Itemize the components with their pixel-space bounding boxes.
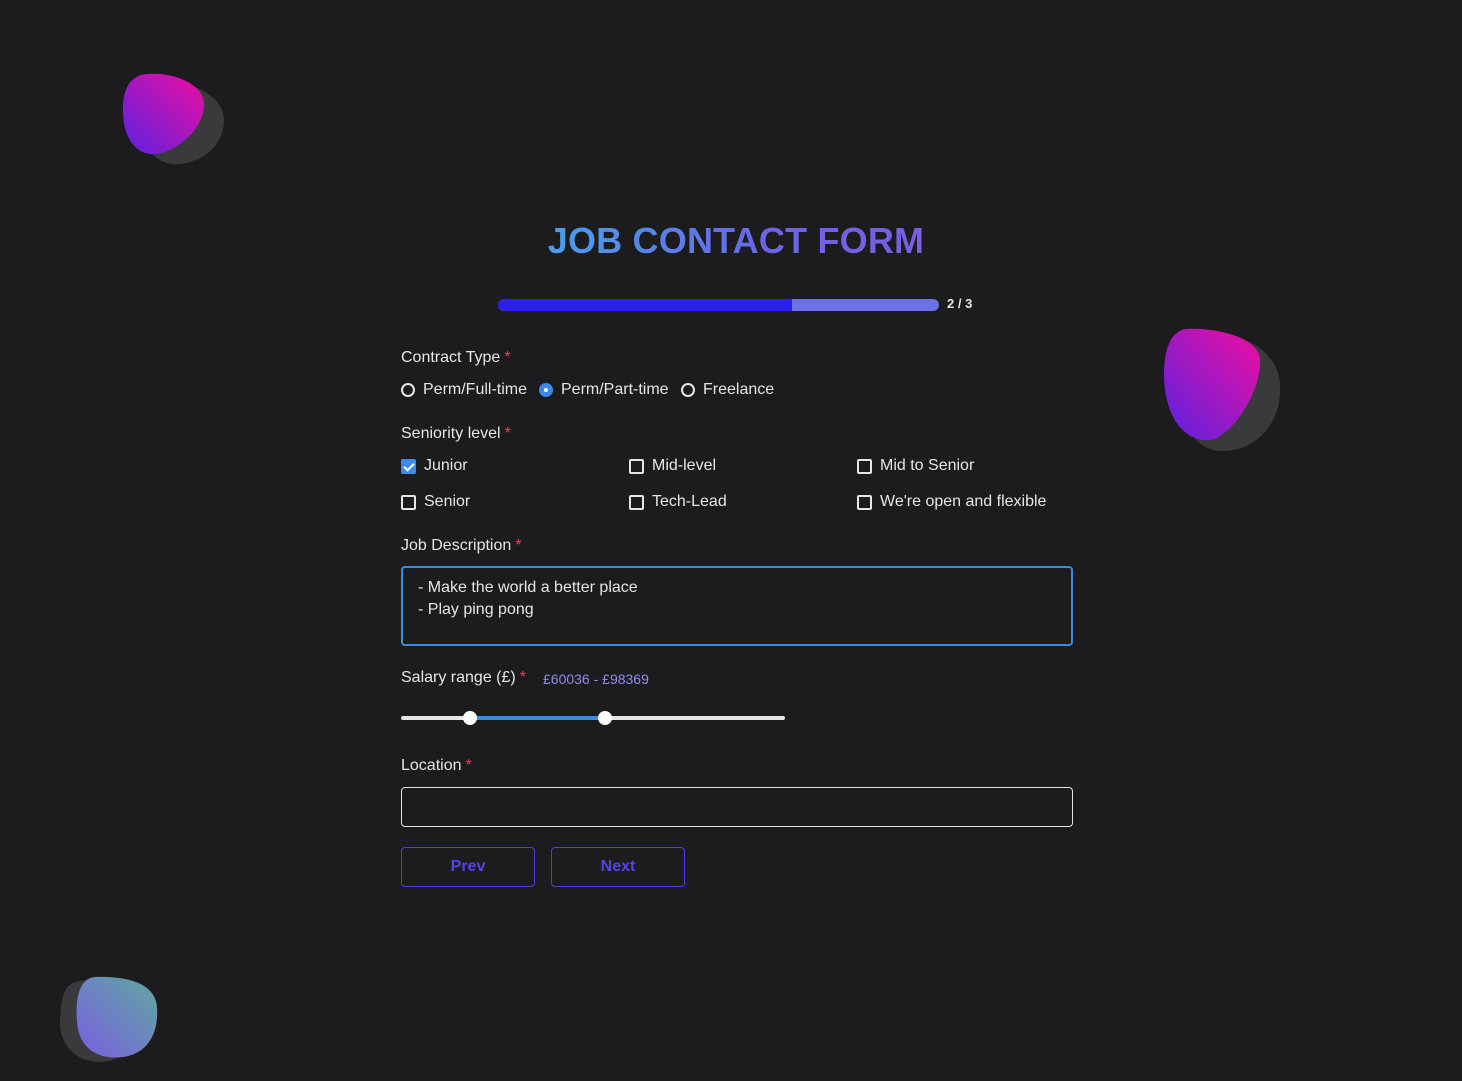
radio-button-selected[interactable]: [539, 383, 553, 397]
radio-button[interactable]: [681, 383, 695, 397]
radio-perm-full-time[interactable]: Perm/Full-time: [401, 381, 527, 399]
salary-label: Salary range (£) *: [401, 669, 526, 687]
seniority-label: Seniority level *: [401, 425, 511, 443]
decorative-blob-bottom-left: [59, 976, 158, 1062]
progress-bar-fill: [498, 299, 793, 311]
required-marker: *: [515, 537, 522, 554]
checkbox-mid-to-senior[interactable]: Mid to Senior: [857, 457, 974, 475]
prev-button[interactable]: Prev: [401, 847, 535, 887]
checkbox-label: Junior: [424, 457, 468, 474]
checkbox[interactable]: [401, 494, 416, 510]
checkbox[interactable]: [857, 494, 872, 510]
location-label-text: Location: [401, 757, 462, 774]
location-label: Location *: [401, 757, 472, 775]
radio-label: Perm/Part-time: [561, 381, 669, 398]
progress-bar: [498, 299, 939, 311]
checkbox[interactable]: [857, 458, 872, 474]
checkbox-checked[interactable]: [401, 458, 416, 474]
salary-range-slider[interactable]: [401, 711, 785, 725]
job-description-label: Job Description *: [401, 537, 522, 555]
checkbox-label: Mid to Senior: [880, 457, 975, 474]
radio-freelance[interactable]: Freelance: [681, 381, 774, 399]
salary-range-value: £60036 - £98369: [543, 671, 649, 687]
checkbox[interactable]: [629, 458, 644, 474]
required-marker: *: [465, 757, 472, 774]
radio-button[interactable]: [401, 383, 415, 397]
radio-label: Freelance: [703, 381, 775, 398]
job-description-textarea[interactable]: - Make the world a better place - Play p…: [401, 566, 1073, 646]
next-button[interactable]: Next: [551, 847, 685, 887]
checkbox-mid-level[interactable]: Mid-level: [629, 457, 716, 475]
checkbox-label: Tech-Lead: [652, 493, 727, 510]
progress-step-text: 2 / 3: [947, 296, 973, 311]
checkbox-senior[interactable]: Senior: [401, 493, 470, 511]
location-input[interactable]: [401, 787, 1073, 827]
seniority-label-text: Seniority level: [401, 425, 501, 442]
salary-slider-min-handle[interactable]: [463, 711, 478, 725]
salary-slider-max-handle[interactable]: [597, 711, 612, 725]
checkbox-label: Senior: [424, 493, 471, 510]
required-marker: *: [504, 425, 511, 442]
contract-type-label: Contract Type *: [401, 349, 511, 367]
checkbox-junior[interactable]: Junior: [401, 457, 468, 475]
job-description-label-text: Job Description: [401, 537, 512, 554]
contract-type-label-text: Contract Type: [401, 349, 501, 366]
salary-slider-selected-range: [470, 716, 605, 720]
checkbox-label: We're open and flexible: [880, 493, 1047, 510]
decorative-blob-top-left: [122, 73, 224, 165]
page-title: JOB CONTACT FORM: [547, 220, 925, 261]
decorative-blob-right: [1164, 328, 1281, 451]
radio-label: Perm/Full-time: [423, 381, 528, 398]
checkbox-label: Mid-level: [652, 457, 717, 474]
salary-label-text: Salary range (£): [401, 669, 516, 686]
required-marker: *: [519, 669, 526, 686]
radio-perm-part-time[interactable]: Perm/Part-time: [539, 381, 669, 399]
required-marker: *: [504, 349, 511, 366]
checkbox[interactable]: [629, 494, 644, 510]
checkbox-open-flexible[interactable]: We're open and flexible: [857, 493, 1046, 511]
checkbox-tech-lead[interactable]: Tech-Lead: [629, 493, 727, 511]
